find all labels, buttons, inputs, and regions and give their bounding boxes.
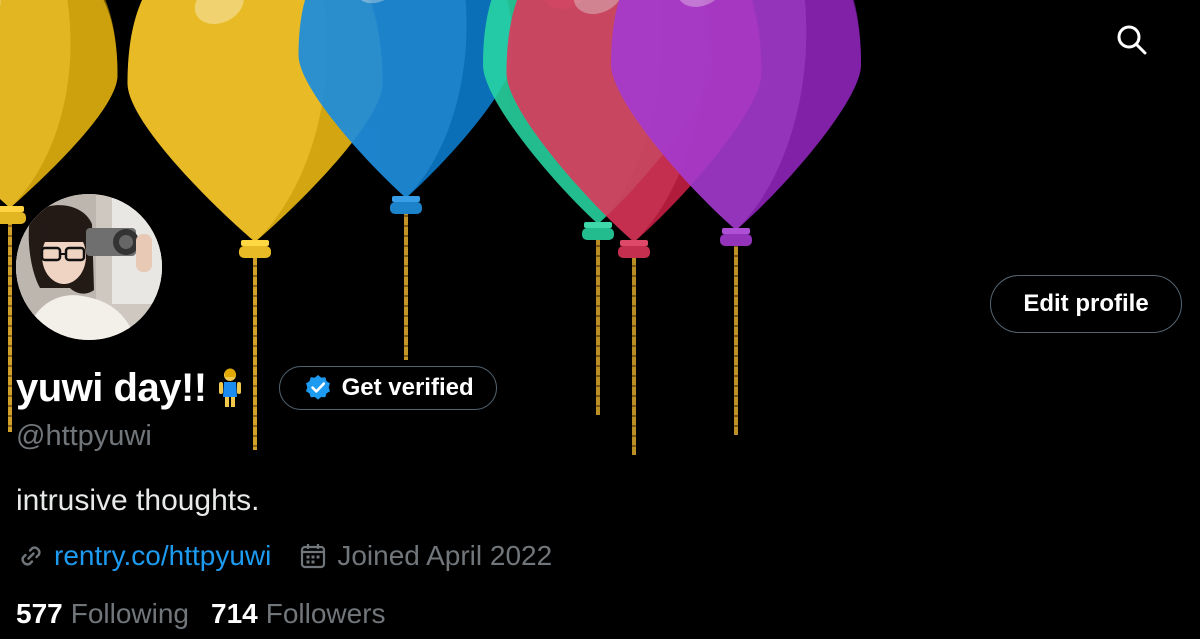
profile-bio: intrusive thoughts. bbox=[16, 484, 260, 517]
verified-badge-icon bbox=[305, 375, 330, 400]
link-icon bbox=[21, 546, 41, 566]
followers-count: 714 bbox=[211, 598, 258, 629]
search-button[interactable] bbox=[1110, 18, 1154, 62]
following-stat[interactable]: 577 Following bbox=[16, 598, 189, 630]
edit-profile-label: Edit profile bbox=[1023, 290, 1149, 317]
edit-profile-button[interactable]: Edit profile bbox=[990, 275, 1182, 333]
profile-name-row: yuwi day!! Get verified bbox=[16, 360, 497, 416]
joined-date: Joined April 2022 bbox=[337, 540, 553, 571]
person-emoji-icon bbox=[217, 368, 243, 408]
avatar[interactable] bbox=[16, 194, 162, 340]
balloon-3 bbox=[298, 0, 514, 360]
following-count: 577 bbox=[16, 598, 63, 629]
profile-handle: @httpyuwi bbox=[16, 420, 152, 452]
search-icon bbox=[1117, 25, 1147, 55]
followers-label: Followers bbox=[265, 598, 386, 629]
get-verified-label: Get verified bbox=[341, 374, 474, 401]
profile-meta-row: rentry.co/httpyuwi Joined April 2022 bbox=[16, 536, 552, 576]
profile-photo bbox=[16, 194, 162, 340]
display-name: yuwi day!! bbox=[16, 365, 207, 410]
following-label: Following bbox=[70, 598, 189, 629]
calendar-icon bbox=[299, 542, 327, 570]
followers-stat[interactable]: 714 Followers bbox=[211, 598, 386, 630]
get-verified-button[interactable]: Get verified bbox=[278, 366, 497, 410]
follow-stats: 577 Following 714 Followers bbox=[16, 594, 386, 634]
profile-website-link[interactable]: rentry.co/httpyuwi bbox=[54, 540, 271, 572]
